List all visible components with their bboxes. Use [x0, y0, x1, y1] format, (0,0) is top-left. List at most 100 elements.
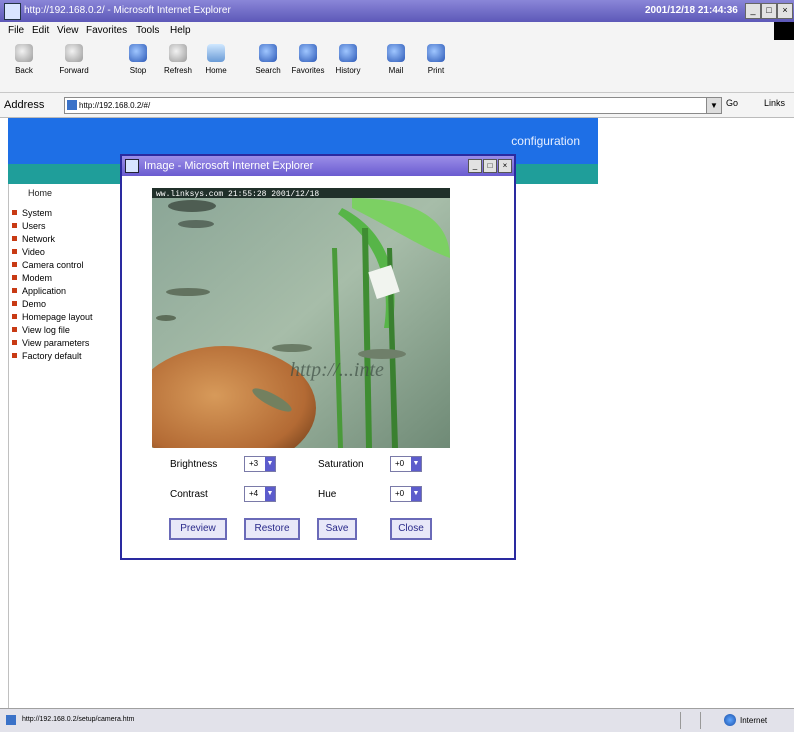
chevron-down-icon: ▼: [265, 457, 275, 471]
popup-title-bar: Image - Microsoft Internet Explorer _ □ …: [122, 156, 514, 176]
zone-label: Internet: [740, 716, 768, 725]
sidebar-home-link[interactable]: Home: [28, 188, 52, 198]
history-button[interactable]: History: [330, 44, 366, 88]
popup-title: Image - Microsoft Internet Explorer: [144, 160, 314, 172]
bullet-icon: [12, 249, 17, 254]
status-text: http://192.168.0.2/setup/camera.htm: [22, 716, 135, 723]
bullet-icon: [12, 210, 17, 215]
bullet-icon: [12, 340, 17, 345]
windows-logo-icon: [774, 22, 794, 40]
menu-view[interactable]: View: [57, 25, 79, 36]
status-divider: [700, 712, 701, 729]
restore-button[interactable]: Restore: [244, 518, 300, 540]
refresh-icon: [169, 44, 187, 62]
bullet-icon: [12, 236, 17, 241]
preview-button[interactable]: Preview: [169, 518, 227, 540]
forward-button[interactable]: Forward: [56, 44, 92, 88]
back-arrow-icon: [15, 44, 33, 62]
saturation-select[interactable]: +0 ▼: [390, 456, 422, 472]
chevron-down-icon: ▼: [265, 487, 275, 501]
bullet-icon: [12, 223, 17, 228]
menu-edit[interactable]: Edit: [32, 25, 49, 36]
bullet-icon: [12, 275, 17, 280]
ie-logo-icon: [4, 3, 21, 20]
sidebar-item-system[interactable]: System: [12, 208, 52, 218]
sidebar-item-homepage-layout[interactable]: Homepage layout: [12, 312, 93, 322]
status-bar: http://192.168.0.2/setup/camera.htm Inte…: [0, 708, 794, 732]
window-title-bar: http://192.168.0.2/ - Microsoft Internet…: [0, 0, 794, 22]
bullet-icon: [12, 314, 17, 319]
sidebar-item-users[interactable]: Users: [12, 221, 46, 231]
menu-file[interactable]: File: [8, 25, 24, 36]
minimize-icon[interactable]: _: [745, 3, 761, 19]
mail-icon: [387, 44, 405, 62]
bullet-icon: [12, 301, 17, 306]
aquarium-scene: ww.linksys.com 21:55:28 2001/12/18 http:…: [152, 188, 450, 448]
close-icon[interactable]: ×: [777, 3, 793, 19]
bullet-icon: [12, 353, 17, 358]
popup-minimize-icon[interactable]: _: [468, 159, 482, 173]
home-button[interactable]: Home: [198, 44, 234, 88]
search-button[interactable]: Search: [250, 44, 286, 88]
history-icon: [339, 44, 357, 62]
chevron-down-icon: ▼: [411, 487, 421, 501]
home-icon: [207, 44, 225, 62]
brightness-label: Brightness: [170, 459, 218, 470]
menu-bar: File Edit View Favorites Tools Help: [0, 22, 794, 40]
sidebar-item-factory-default[interactable]: Factory default: [12, 351, 82, 361]
menu-help[interactable]: Help: [170, 25, 191, 36]
refresh-button[interactable]: Refresh: [160, 44, 196, 88]
contrast-label: Contrast: [170, 489, 208, 500]
popup-close-icon[interactable]: ×: [498, 159, 512, 173]
address-label: Address: [4, 99, 45, 111]
banner-title: configuration: [511, 134, 580, 148]
bullet-icon: [12, 327, 17, 332]
page-icon: [67, 100, 77, 110]
go-button[interactable]: Go: [726, 98, 738, 108]
bullet-icon: [12, 288, 17, 293]
camera-caption: ww.linksys.com 21:55:28 2001/12/18: [156, 190, 319, 199]
internet-zone-icon: [724, 714, 736, 726]
back-button[interactable]: Back: [6, 44, 42, 88]
window-title: http://192.168.0.2/ - Microsoft Internet…: [24, 5, 231, 16]
address-dropdown-icon[interactable]: ▼: [706, 97, 722, 114]
print-button[interactable]: Print: [418, 44, 454, 88]
status-divider: [680, 712, 681, 729]
bullet-icon: [12, 262, 17, 267]
saturation-label: Saturation: [318, 459, 364, 470]
menu-favorites[interactable]: Favorites: [86, 25, 127, 36]
sidebar-item-video[interactable]: Video: [12, 247, 45, 257]
address-bar: Address http://192.168.0.2/#/ ▼ Go Links: [0, 93, 794, 118]
hue-select[interactable]: +0 ▼: [390, 486, 422, 502]
popup-maximize-icon[interactable]: □: [483, 159, 497, 173]
sidebar-item-network[interactable]: Network: [12, 234, 55, 244]
brightness-select[interactable]: +3 ▼: [244, 456, 276, 472]
clock-display: 2001/12/18 21:44:36: [645, 5, 738, 16]
address-url: http://192.168.0.2/#/: [79, 101, 151, 110]
sidebar-item-view-log-file[interactable]: View log file: [12, 325, 70, 335]
sidebar-item-modem[interactable]: Modem: [12, 273, 52, 283]
mail-button[interactable]: Mail: [378, 44, 414, 88]
menu-tools[interactable]: Tools: [136, 25, 159, 36]
stop-button[interactable]: Stop: [120, 44, 156, 88]
save-button[interactable]: Save: [317, 518, 357, 540]
sidebar-item-demo[interactable]: Demo: [12, 299, 46, 309]
address-input[interactable]: http://192.168.0.2/#/: [64, 97, 720, 114]
print-icon: [427, 44, 445, 62]
camera-image: ww.linksys.com 21:55:28 2001/12/18 http:…: [152, 188, 450, 448]
favorites-icon: [299, 44, 317, 62]
sidebar-item-view-parameters[interactable]: View parameters: [12, 338, 89, 348]
watermark-text: http://...inte: [290, 359, 384, 381]
chevron-down-icon: ▼: [411, 457, 421, 471]
stop-icon: [129, 44, 147, 62]
close-button[interactable]: Close: [390, 518, 432, 540]
ie-logo-icon: [125, 159, 139, 173]
sidebar-item-camera-control[interactable]: Camera control: [12, 260, 84, 270]
favorites-button[interactable]: Favorites: [290, 44, 326, 88]
maximize-icon[interactable]: □: [761, 3, 777, 19]
contrast-select[interactable]: +4 ▼: [244, 486, 276, 502]
page-icon: [6, 715, 16, 725]
sidebar-item-application[interactable]: Application: [12, 286, 66, 296]
toolbar: Back Forward Stop Refresh Home Search Fa…: [0, 40, 794, 93]
links-button[interactable]: Links: [764, 98, 785, 108]
